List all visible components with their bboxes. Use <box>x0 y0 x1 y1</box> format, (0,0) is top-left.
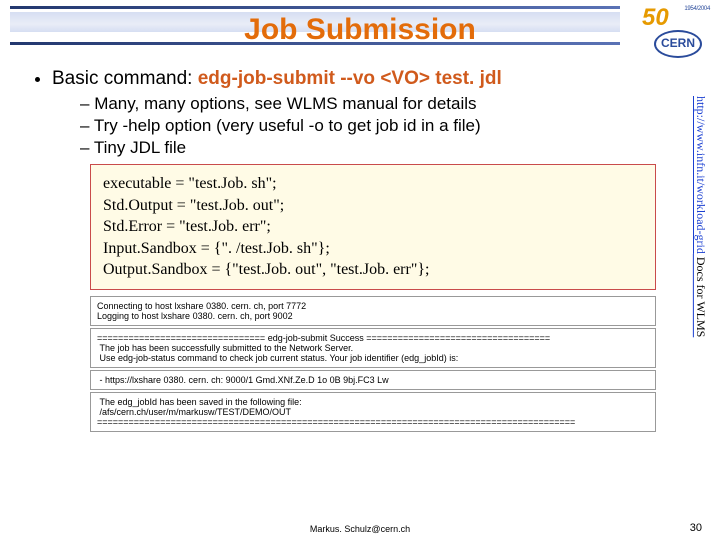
side-link-tail: Docs for WLMS <box>694 254 708 337</box>
content-area: Basic command: edg-job-submit --vo <VO> … <box>0 60 720 432</box>
output-block: - https://lxshare 0380. cern. ch: 9000/1… <box>90 370 656 390</box>
sub-bullet: Many, many options, see WLMS manual for … <box>80 94 690 114</box>
bullet-prefix: Basic command: <box>52 68 198 89</box>
sub-bullet: Tiny JDL file <box>80 138 690 158</box>
output-text: Connecting to host lxshare 0380. cern. c… <box>97 301 649 321</box>
jdl-line: Std.Output = "test.Job. out"; <box>103 195 643 217</box>
output-block: The edg_jobId has been saved in the foll… <box>90 392 656 432</box>
output-block: Connecting to host lxshare 0380. cern. c… <box>90 296 656 326</box>
logo-ribbon: 50 <box>642 4 669 32</box>
slide: Job Submission 50 1954/2004 CERN Basic c… <box>0 0 720 540</box>
bullet-list: Basic command: edg-job-submit --vo <VO> … <box>30 68 690 158</box>
side-link[interactable]: http://www.infn.it/workload-grid Docs fo… <box>690 96 708 396</box>
jdl-line: Output.Sandbox = {"test.Job. out", "test… <box>103 259 643 281</box>
sub-bullet-list: Many, many options, see WLMS manual for … <box>52 94 690 158</box>
cern-50-logo: 50 1954/2004 CERN <box>634 4 712 64</box>
jdl-line: Input.Sandbox = {". /test.Job. sh"}; <box>103 238 643 260</box>
title-band: Job Submission 50 1954/2004 CERN <box>0 0 720 60</box>
jdl-line: Std.Error = "test.Job. err"; <box>103 216 643 238</box>
slide-title: Job Submission <box>244 13 476 47</box>
logo-years: 1954/2004 <box>684 6 710 12</box>
band-stripe-top <box>10 6 620 9</box>
logo-org: CERN <box>654 30 702 58</box>
footer-page-number: 30 <box>690 522 702 534</box>
output-block: ================================ edg-job… <box>90 328 656 368</box>
sub-bullet: Try -help option (very useful -o to get … <box>80 116 690 136</box>
output-wrap: Connecting to host lxshare 0380. cern. c… <box>90 296 656 432</box>
output-text: The edg_jobId has been saved in the foll… <box>97 397 649 427</box>
output-text: - https://lxshare 0380. cern. ch: 9000/1… <box>97 375 649 385</box>
bullet-main: Basic command: edg-job-submit --vo <VO> … <box>52 68 690 158</box>
output-text: ================================ edg-job… <box>97 333 649 363</box>
jdl-box: executable = "test.Job. sh"; Std.Output … <box>90 164 656 290</box>
jdl-line: executable = "test.Job. sh"; <box>103 173 643 195</box>
side-link-url: http://www.infn.it/workload-grid <box>694 96 708 254</box>
bullet-command: edg-job-submit --vo <VO> test. jdl <box>198 68 502 89</box>
footer-email: Markus. Schulz@cern.ch <box>310 524 410 534</box>
